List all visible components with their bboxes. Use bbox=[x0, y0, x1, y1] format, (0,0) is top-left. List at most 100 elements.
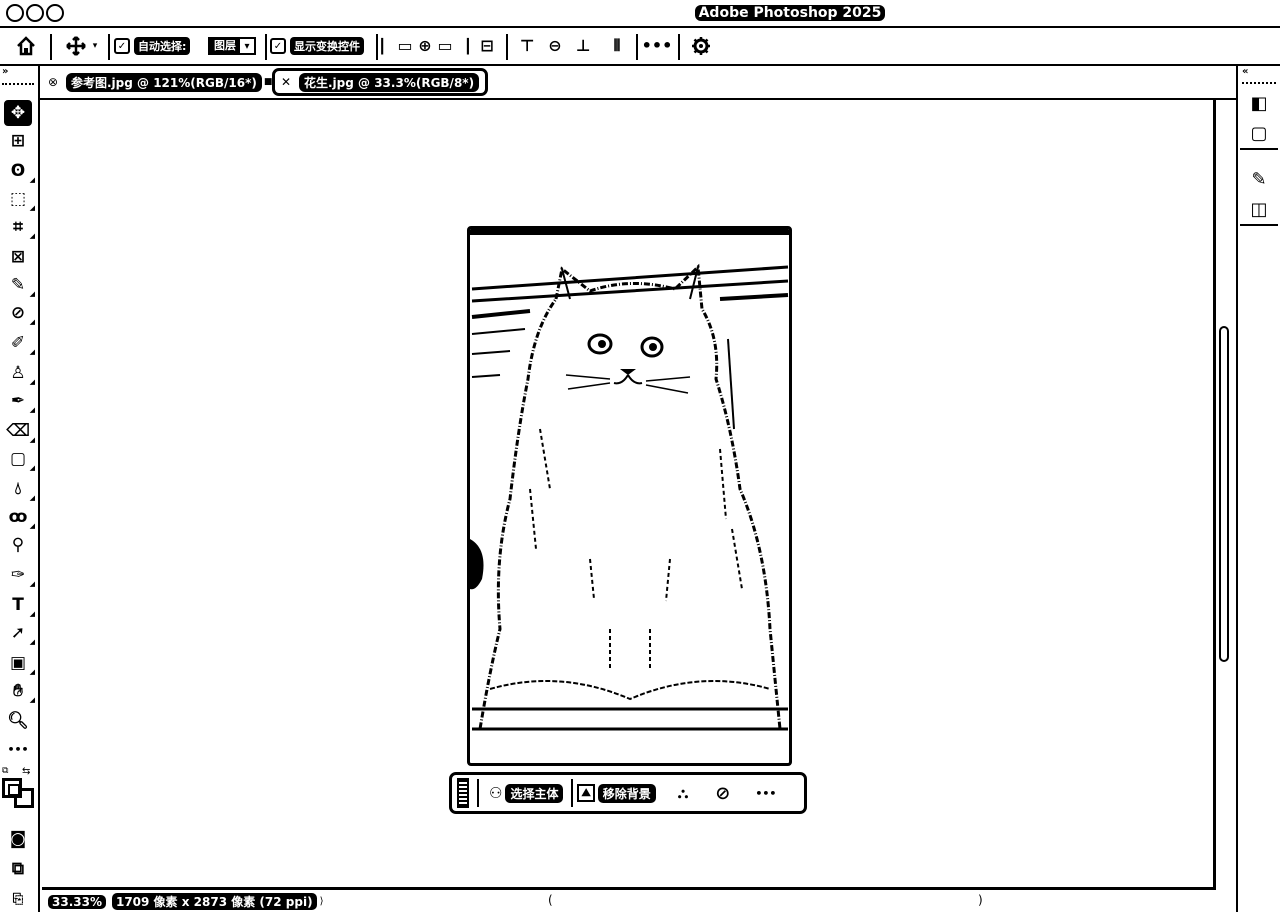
history-brush-tool[interactable]: ✒ ◢ bbox=[4, 388, 35, 414]
lasso-tool[interactable]: ʘ ◢ bbox=[4, 158, 35, 184]
color-swatches[interactable]: ⧉ ⇆ bbox=[2, 766, 36, 808]
eraser-tool[interactable]: ⌫ ◢ bbox=[4, 418, 35, 444]
comments-panel-button[interactable]: ▢ bbox=[1240, 118, 1278, 148]
brushes-panel-button[interactable]: ✎ bbox=[1240, 164, 1278, 194]
align-right-icon: ▭⎹ bbox=[437, 36, 469, 55]
tab-peanut-image[interactable]: ✕ 花生.jpg @ 33.3%(RGB/8*) bbox=[272, 68, 489, 96]
shapes-icon: ⛬ bbox=[677, 784, 689, 802]
eyedropper-icon: ✎ bbox=[10, 275, 26, 295]
libraries-panel-button[interactable]: ◫ bbox=[1240, 194, 1278, 224]
align-horizontal-center-icon: ⊕ bbox=[418, 36, 432, 55]
scroll-left-icon[interactable]: ( bbox=[548, 893, 553, 907]
vertical-scrollbar[interactable] bbox=[1219, 326, 1229, 662]
quick-mask-button[interactable]: ◙ bbox=[4, 826, 32, 852]
auto-select-checkbox[interactable]: ✓ 自动选择: bbox=[114, 28, 200, 64]
move-icon bbox=[65, 36, 86, 56]
align-bottom-button[interactable]: ⊥ bbox=[570, 28, 596, 64]
auto-select-target-dropdown[interactable]: 图层 ▾ bbox=[202, 28, 262, 64]
drag-handle[interactable] bbox=[457, 778, 469, 808]
distribute-horizontal-icon: ⫴ bbox=[613, 36, 621, 55]
move-icon: ✥ bbox=[10, 103, 26, 123]
generative-fill-button[interactable]: ⛬ bbox=[678, 779, 692, 807]
move-tool-preset-button[interactable]: ▾ bbox=[58, 28, 104, 64]
artboard-tool[interactable]: ⊞ bbox=[4, 128, 32, 154]
magnifier-selection-tool[interactable]: ⚲ bbox=[4, 532, 32, 558]
learn-icon: ◧ bbox=[1250, 92, 1268, 114]
ellipsis-icon: ••• bbox=[7, 742, 29, 756]
gradient-tool[interactable]: ▢ ◢ bbox=[4, 446, 35, 472]
separator bbox=[50, 34, 52, 60]
ellipsis-icon: ••• bbox=[755, 786, 777, 800]
healing-brush-tool[interactable]: ⊘ ◢ bbox=[4, 300, 35, 326]
move-tool[interactable]: ✥ bbox=[4, 100, 32, 126]
share-icon: ⎘ bbox=[12, 891, 24, 907]
zoom-level[interactable]: 33.33% bbox=[48, 894, 106, 909]
document-info[interactable]: 1709 像素 x 2873 像素 (72 ppi) bbox=[111, 893, 317, 910]
share-button[interactable]: ⎘ bbox=[4, 886, 32, 912]
screen-mode-button[interactable]: ⧉ bbox=[4, 856, 32, 882]
chevron-right-icon[interactable]: ⟩ bbox=[320, 896, 324, 907]
home-button[interactable] bbox=[6, 28, 46, 64]
tab-reference-image[interactable]: ⊗ 参考图.jpg @ 121%(RGB/16*) ■ bbox=[46, 68, 272, 96]
path-selection-tool[interactable]: ➚ ◢ bbox=[4, 620, 35, 646]
expand-panels-icon[interactable]: « bbox=[1242, 66, 1279, 84]
align-vertical-center-button[interactable]: ⊖ bbox=[542, 28, 568, 64]
align-top-button[interactable]: ⊤ bbox=[514, 28, 540, 64]
align-vertical-center-icon: ⊖ bbox=[548, 36, 562, 55]
scroll-right-icon[interactable]: ) bbox=[978, 893, 983, 907]
zoom-tool[interactable]: 🔍︎ bbox=[4, 708, 32, 734]
close-icon[interactable]: ✕ bbox=[279, 75, 293, 89]
show-transform-label: 显示变换控件 bbox=[290, 37, 364, 55]
options-bar: ▾ ✓ 自动选择: 图层 ▾ ✓ 显示变换控件 ⎸▭ ⊕ ▭⎹ ⊟ ⊤ ⊖ ⊥ ⫴… bbox=[0, 28, 1280, 66]
foreground-color[interactable] bbox=[2, 778, 22, 798]
more-options-button[interactable]: ••• bbox=[642, 28, 673, 64]
align-right-button[interactable]: ▭⎹ bbox=[437, 28, 469, 64]
bandage-icon: ⊘ bbox=[10, 303, 26, 323]
lasso-icon: ʘ bbox=[10, 161, 26, 181]
libraries-icon: ◫ bbox=[1250, 198, 1268, 220]
search-icon: ⚲ bbox=[11, 535, 25, 555]
show-transform-controls-checkbox[interactable]: ✓ 显示变换控件 bbox=[270, 28, 370, 64]
remove-background-button[interactable]: ⛰ 移除背景 bbox=[577, 779, 656, 807]
default-colors-icon[interactable]: ⧉ bbox=[2, 766, 8, 776]
eyedropper-tool[interactable]: ✎ ◢ bbox=[4, 272, 35, 298]
dodge-tool[interactable]: ꝏ ◢ bbox=[4, 504, 35, 530]
pen-tool[interactable]: ✑ ◢ bbox=[4, 562, 35, 588]
settings-button[interactable] bbox=[686, 28, 716, 64]
close-icon[interactable]: ⊗ bbox=[46, 75, 60, 89]
dodge-icon: ꝏ bbox=[8, 507, 28, 527]
image-icon: ⛰ bbox=[577, 784, 595, 802]
rectangle-icon: ▣ bbox=[9, 653, 27, 673]
select-subject-button[interactable]: ⚇ 选择主体 bbox=[489, 779, 564, 807]
object-selection-tool[interactable]: ⬚ ◢ bbox=[4, 186, 35, 212]
app-title: Adobe Photoshop 2025 bbox=[0, 5, 1280, 21]
frame-tool[interactable]: ⊠ bbox=[4, 244, 32, 270]
align-left-button[interactable]: ⎸▭ bbox=[381, 28, 412, 64]
brush-tool[interactable]: ✐ ◢ bbox=[4, 330, 35, 356]
distribute-vertical-button[interactable]: ⊟ bbox=[474, 28, 500, 64]
crop-tool[interactable]: ⌗ ◢ bbox=[4, 214, 35, 240]
quick-mask-icon: ◙ bbox=[9, 829, 27, 849]
pen-icon: ✑ bbox=[10, 565, 26, 585]
align-horizontal-center-button[interactable]: ⊕ bbox=[412, 28, 438, 64]
crop-icon: ⌗ bbox=[13, 217, 23, 237]
document-tabs: ⊗ 参考图.jpg @ 121%(RGB/16*) ■ ✕ 花生.jpg @ 3… bbox=[40, 66, 1236, 100]
blur-tool[interactable]: 💧︎ ◢ bbox=[4, 476, 35, 502]
learn-panel-button[interactable]: ◧ bbox=[1240, 88, 1278, 118]
status-bar: 33.33% 1709 像素 x 2873 像素 (72 ppi) ⟩ bbox=[42, 891, 1236, 912]
comment-icon: ▢ bbox=[1250, 122, 1268, 144]
object-selection-icon: ⬚ bbox=[9, 189, 27, 209]
type-tool[interactable]: T ◢ bbox=[4, 592, 35, 618]
hand-tool[interactable]: ✋︎ ◢ bbox=[4, 678, 35, 704]
distribute-horizontal-button[interactable]: ⫴ bbox=[604, 28, 630, 64]
document-image[interactable] bbox=[467, 226, 792, 766]
edit-toolbar-button[interactable]: ••• bbox=[4, 736, 32, 762]
settings-circle-button[interactable]: ⊘ bbox=[715, 779, 733, 807]
collapse-panel-icon[interactable]: » bbox=[0, 66, 38, 85]
more-options-button[interactable]: ••• bbox=[755, 779, 779, 807]
gear-icon bbox=[692, 37, 710, 55]
clone-stamp-tool[interactable]: ♙ ◢ bbox=[4, 360, 35, 386]
right-panel-dock: « ◧ ▢ ✎ ◫ bbox=[1236, 66, 1280, 912]
rectangle-tool[interactable]: ▣ ◢ bbox=[4, 650, 35, 676]
swap-colors-icon[interactable]: ⇆ bbox=[22, 766, 30, 777]
